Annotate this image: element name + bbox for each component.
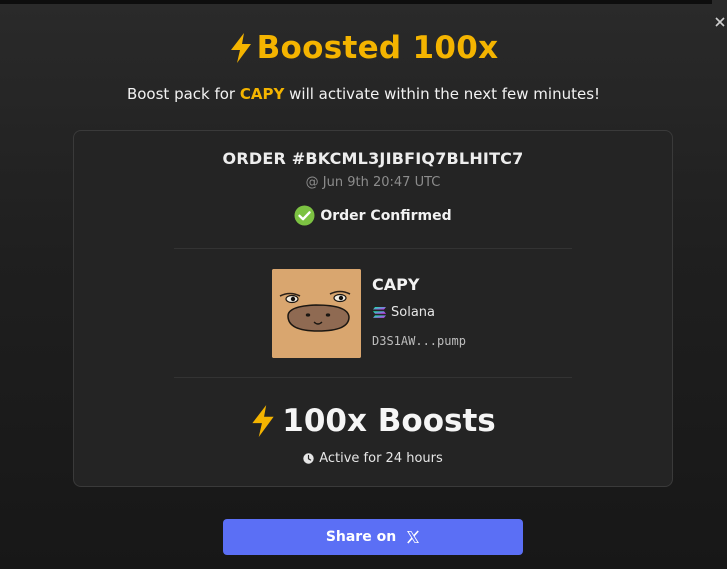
- solana-icon: [372, 306, 387, 319]
- share-on-x-button[interactable]: Share on: [223, 519, 523, 555]
- lightning-bolt-icon: [250, 404, 276, 438]
- divider: [174, 377, 572, 378]
- check-circle-icon: [294, 205, 315, 226]
- capybara-face-image: [272, 269, 361, 358]
- divider: [174, 248, 572, 249]
- token-name: CAPY: [372, 275, 420, 294]
- subtitle-ticker: CAPY: [239, 85, 285, 103]
- lightning-bolt-icon: [229, 32, 253, 64]
- token-address[interactable]: D3S1AW...pump: [372, 334, 466, 348]
- order-status-label: Order Confirmed: [320, 207, 452, 224]
- boost-confirmation-modal: Boosted 100x Boost pack for CAPY will ac…: [0, 0, 727, 569]
- boost-label: 100x Boosts: [282, 403, 496, 439]
- page-title: Boosted 100x: [256, 30, 499, 66]
- x-logo-icon: [406, 530, 420, 544]
- order-status: Order Confirmed: [74, 205, 672, 226]
- order-card: ORDER #BKCML3JIBFIQ7BLHITC7 @ Jun 9th 20…: [73, 130, 673, 487]
- token-image: [272, 269, 361, 358]
- boost-duration: Active for 24 hours: [74, 451, 672, 466]
- share-button-label: Share on: [325, 529, 397, 545]
- clock-icon: [303, 453, 314, 464]
- title-row: Boosted 100x: [0, 30, 727, 66]
- boost-duration-label: Active for 24 hours: [319, 451, 443, 466]
- boost-summary: 100x Boosts: [74, 403, 672, 439]
- top-strip: [0, 0, 712, 4]
- chain-name: Solana: [391, 305, 435, 320]
- subtitle-suffix: will activate within the next few minute…: [284, 85, 601, 103]
- order-timestamp: @ Jun 9th 20:47 UTC: [305, 175, 441, 190]
- order-id: ORDER #BKCML3JIBFIQ7BLHITC7: [222, 149, 524, 168]
- subtitle: Boost pack for CAPY will activate within…: [0, 85, 727, 103]
- subtitle-prefix: Boost pack for: [126, 85, 240, 103]
- token-chain: Solana: [372, 305, 435, 320]
- close-icon: [714, 17, 725, 27]
